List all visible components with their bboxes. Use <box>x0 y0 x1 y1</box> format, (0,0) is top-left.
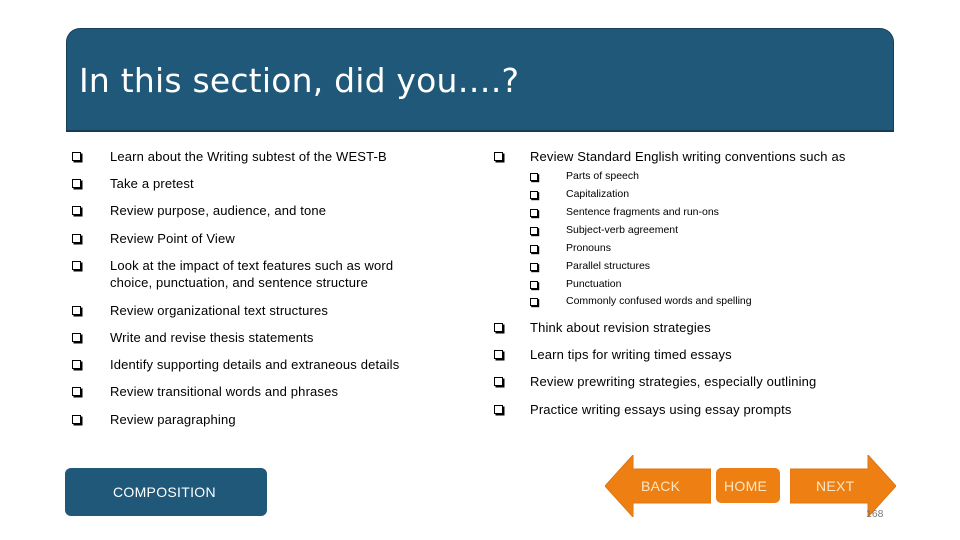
checkbox-icon[interactable] <box>72 333 81 342</box>
checklist-item: Learn about the Writing subtest of the W… <box>110 149 387 164</box>
checklist-item: Learn tips for writing timed essays <box>530 347 732 362</box>
checkbox-icon[interactable] <box>530 298 538 306</box>
checkbox-icon[interactable] <box>494 323 503 332</box>
checkbox-icon[interactable] <box>494 377 503 386</box>
checklist-item: Write and revise thesis statements <box>110 330 314 345</box>
back-label: BACK <box>641 478 681 494</box>
checklist-item: Review prewriting strategies, especially… <box>530 374 817 389</box>
home-button[interactable]: HOME <box>716 468 780 503</box>
checkbox-icon[interactable] <box>530 173 538 181</box>
checkbox-icon[interactable] <box>72 360 81 369</box>
checkbox-icon[interactable] <box>72 387 81 396</box>
checklist-item: Look at the impact of text features such… <box>110 258 394 273</box>
sub-checklist-item: Pronouns <box>566 242 611 254</box>
next-label: NEXT <box>816 478 855 494</box>
checklist-item: Identify supporting details and extraneo… <box>110 357 400 372</box>
checkbox-icon[interactable] <box>72 234 81 243</box>
checklist-item: Take a pretest <box>110 176 194 191</box>
back-button[interactable]: BACK <box>605 455 711 517</box>
sub-checklist-item: Commonly confused words and spelling <box>566 295 752 307</box>
checkbox-icon[interactable] <box>530 191 538 199</box>
checklist-item: Review Point of View <box>110 231 235 246</box>
checkbox-icon[interactable] <box>494 405 503 414</box>
checkbox-icon[interactable] <box>530 263 538 271</box>
sub-checklist-item: Punctuation <box>566 278 622 290</box>
home-label: HOME <box>724 478 768 494</box>
checkbox-icon[interactable] <box>72 179 81 188</box>
sub-checklist-item: Sentence fragments and run-ons <box>566 206 719 218</box>
checklist-item: Review purpose, audience, and tone <box>110 203 327 218</box>
composition-button[interactable]: COMPOSITION <box>65 468 267 516</box>
checkbox-icon[interactable] <box>494 350 503 359</box>
checkbox-icon[interactable] <box>530 245 538 253</box>
checkbox-icon[interactable] <box>72 415 81 424</box>
sub-checklist-item: Subject-verb agreement <box>566 224 679 236</box>
sub-checklist-item: Parallel structures <box>566 260 651 272</box>
page-number: 168 <box>866 508 884 520</box>
checkbox-icon[interactable] <box>72 306 81 315</box>
checkbox-icon[interactable] <box>530 227 538 235</box>
checkbox-icon[interactable] <box>530 281 538 289</box>
page-title: In this section, did you….? <box>79 61 520 100</box>
checkbox-icon[interactable] <box>530 209 538 217</box>
sub-checklist-item: Parts of speech <box>566 170 639 182</box>
checkbox-icon[interactable] <box>72 261 81 270</box>
sub-checklist-item: Capitalization <box>566 188 630 200</box>
checklist-item-continuation: choice, punctuation, and sentence struct… <box>110 275 368 290</box>
checkbox-icon[interactable] <box>72 206 81 215</box>
checklist-item: Think about revision strategies <box>530 320 711 335</box>
checklist-item: Review organizational text structures <box>110 303 328 318</box>
title-header: In this section, did you….? <box>66 28 894 132</box>
checkbox-icon[interactable] <box>494 152 503 161</box>
checklist-item: Review transitional words and phrases <box>110 384 339 399</box>
checkbox-icon[interactable] <box>72 152 81 161</box>
checklist-item: Practice writing essays using essay prom… <box>530 402 792 417</box>
composition-label: COMPOSITION <box>113 484 216 500</box>
checklist-item: Review Standard English writing conventi… <box>530 149 846 164</box>
checklist-item: Review paragraphing <box>110 412 236 427</box>
